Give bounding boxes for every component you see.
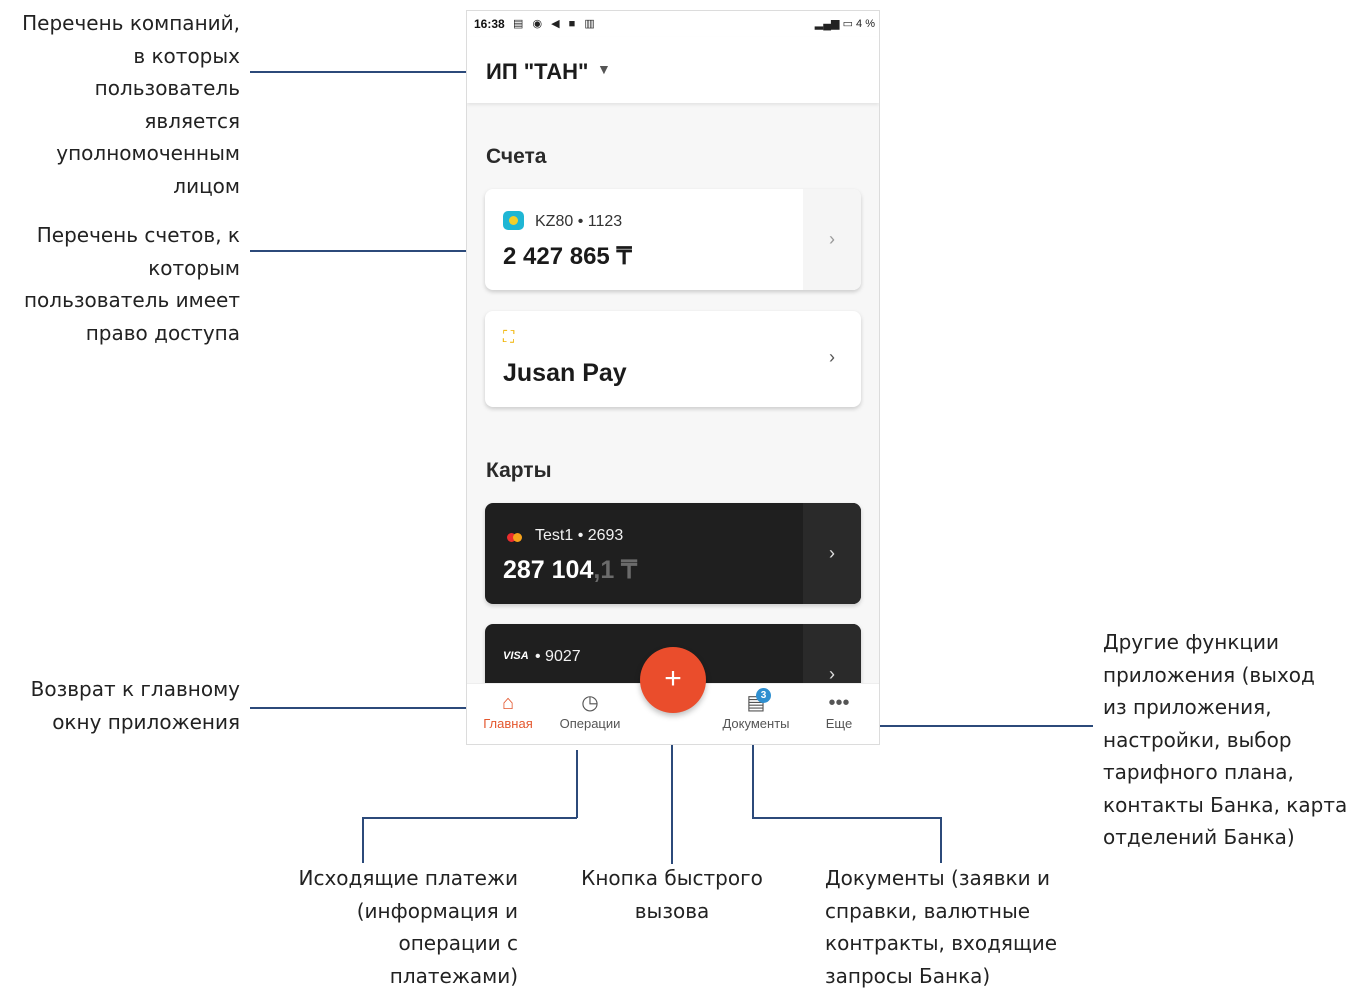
documents-badge: 3 (756, 688, 771, 703)
card-label: Test1 • 2693 (535, 527, 624, 544)
mastercard-icon (507, 533, 523, 542)
qr-scan-icon: ⛶ (503, 329, 515, 346)
accounts-section-title: Счета (486, 145, 547, 168)
annotation-line-operations-v1 (576, 750, 578, 818)
nav-more[interactable]: ••• Еще (799, 690, 879, 731)
chevron-right-icon: › (829, 229, 835, 249)
battery-icon: ▭ (842, 18, 853, 30)
clock-icon: ◷ (581, 692, 599, 714)
annotation-accounts: Перечень счетов, к которым пользователь … (23, 223, 240, 345)
account-balance: 2 427 865 ₸ (503, 243, 632, 270)
more-dots-icon: ••• (828, 692, 850, 714)
visa-logo: VISA (503, 650, 529, 662)
notification-icons: ▤ ◉ ◀ ■ ▥ (513, 18, 598, 30)
nav-documents-label: Документы (722, 716, 790, 731)
annotation-line-fab (671, 736, 673, 864)
nav-operations-label: Операции (559, 716, 621, 731)
status-bar: 16:38 ▤ ◉ ◀ ■ ▥ ▂▄▆ ▭ 4 % (467, 11, 879, 37)
annotation-line-operations-v2 (362, 817, 364, 863)
status-time: 16:38 (474, 17, 505, 31)
account-card[interactable]: KZ80 • 1123 2 427 865 ₸ › (485, 189, 861, 290)
signal-icon: ▂▄▆ (814, 18, 840, 30)
quick-action-button[interactable]: + (640, 647, 706, 713)
chevron-right-icon: › (829, 543, 835, 563)
annotation-fab: Кнопка быстрого вызова (581, 866, 763, 923)
status-right: ▂▄▆ ▭ 4 % (815, 17, 875, 30)
cards-section-title: Карты (486, 459, 552, 482)
annotation-line-home (250, 707, 480, 709)
kz-flag-icon (503, 211, 524, 230)
annotation-home: Возврат к главному окну приложения (30, 677, 240, 734)
phone-screen: 16:38 ▤ ◉ ◀ ■ ▥ ▂▄▆ ▭ 4 % ИП "ТАН" ▼ Сче… (466, 10, 880, 745)
app-bar: ИП "ТАН" ▼ (467, 37, 879, 103)
document-icon: ▤ 3 (712, 688, 800, 716)
annotation-operations: Исходящие платежи (информация и операции… (298, 866, 518, 988)
chevron-right-icon: › (829, 347, 835, 367)
annotation-line-documents-h (752, 817, 941, 819)
nav-documents[interactable]: ▤ 3 Документы (712, 688, 800, 731)
annotation-line-documents-v1 (752, 745, 754, 818)
card-label: • 9027 (535, 648, 581, 665)
annotation-documents: Документы (заявки и справки, валютные ко… (825, 866, 1058, 988)
annotation-more: Другие функции приложения (выход из прил… (1103, 630, 1348, 849)
chevron-right-icon: › (829, 664, 835, 684)
home-icon: ⌂ (501, 692, 515, 714)
card-balance: 287 104,1 ₸ (503, 556, 638, 584)
annotation-companies: Перечень компаний, в которых пользовател… (22, 11, 240, 198)
bank-card-1[interactable]: Test1 • 2693 287 104,1 ₸ › (485, 503, 861, 604)
nav-more-label: Еще (825, 716, 853, 731)
nav-home-label: Главная (483, 716, 533, 731)
company-selector[interactable]: ИП "ТАН" (486, 59, 588, 85)
battery-level: 4 % (856, 18, 875, 30)
chevron-down-icon[interactable]: ▼ (597, 61, 611, 77)
nav-home[interactable]: ⌂ Главная (468, 690, 548, 731)
jusan-pay-card[interactable]: ⛶ Jusan Pay › (485, 311, 861, 407)
jusan-pay-title: Jusan Pay (503, 359, 627, 387)
annotation-line-operations-h (362, 817, 577, 819)
account-label: KZ80 • 1123 (535, 213, 623, 230)
nav-operations[interactable]: ◷ Операции (550, 690, 630, 731)
annotation-line-companies (250, 71, 486, 73)
annotation-line-accounts (250, 250, 486, 252)
annotation-line-more (860, 725, 1093, 727)
annotation-line-documents-v2 (940, 817, 942, 863)
